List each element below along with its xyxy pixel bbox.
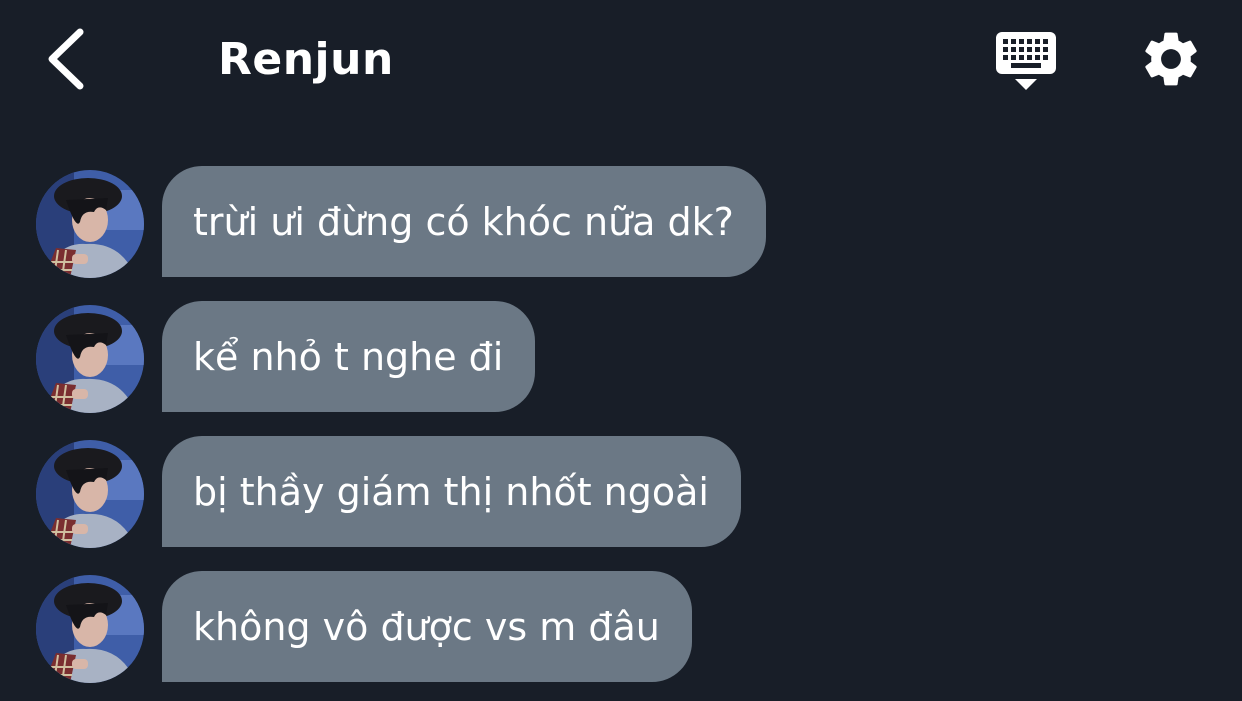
avatar[interactable] [36, 575, 144, 683]
gear-icon [1145, 32, 1197, 86]
avatar[interactable] [36, 440, 144, 548]
avatar-photo [36, 305, 144, 413]
keyboard-button[interactable] [992, 28, 1060, 94]
message-bubble[interactable]: kể nhỏ t nghe đi [162, 301, 536, 412]
message-text: không vô được vs m đâu [193, 604, 660, 649]
avatar-photo [36, 575, 144, 683]
message-text: bị thầy giám thị nhốt ngoài [193, 469, 709, 514]
message-list: trừi ưi đừng có khóc nữa dk? kể nhỏ t ng… [0, 166, 1242, 701]
contact-name: Renjun [218, 34, 394, 85]
chat-screen: Renjun trừi ưi đừng có khóc nữa dk? kể n… [0, 0, 1242, 701]
message-bubble[interactable]: trừi ưi đừng có khóc nữa dk? [162, 166, 766, 277]
message-row: không vô được vs m đâu [0, 571, 1242, 683]
avatar[interactable] [36, 305, 144, 413]
message-row: trừi ưi đừng có khóc nữa dk? [0, 166, 1242, 278]
chat-header: Renjun [0, 0, 1242, 120]
back-button[interactable] [40, 26, 96, 92]
message-text: kể nhỏ t nghe đi [193, 334, 504, 379]
avatar-photo [36, 440, 144, 548]
message-bubble[interactable]: bị thầy giám thị nhốt ngoài [162, 436, 741, 547]
message-text: trừi ưi đừng có khóc nữa dk? [193, 199, 734, 244]
keyboard-icon [996, 32, 1056, 90]
chevron-left-icon [48, 28, 84, 90]
message-row: bị thầy giám thị nhốt ngoài [0, 436, 1242, 548]
settings-button[interactable] [1138, 26, 1204, 92]
message-row: kể nhỏ t nghe đi [0, 301, 1242, 413]
avatar-photo [36, 170, 144, 278]
avatar[interactable] [36, 170, 144, 278]
message-bubble[interactable]: không vô được vs m đâu [162, 571, 692, 682]
